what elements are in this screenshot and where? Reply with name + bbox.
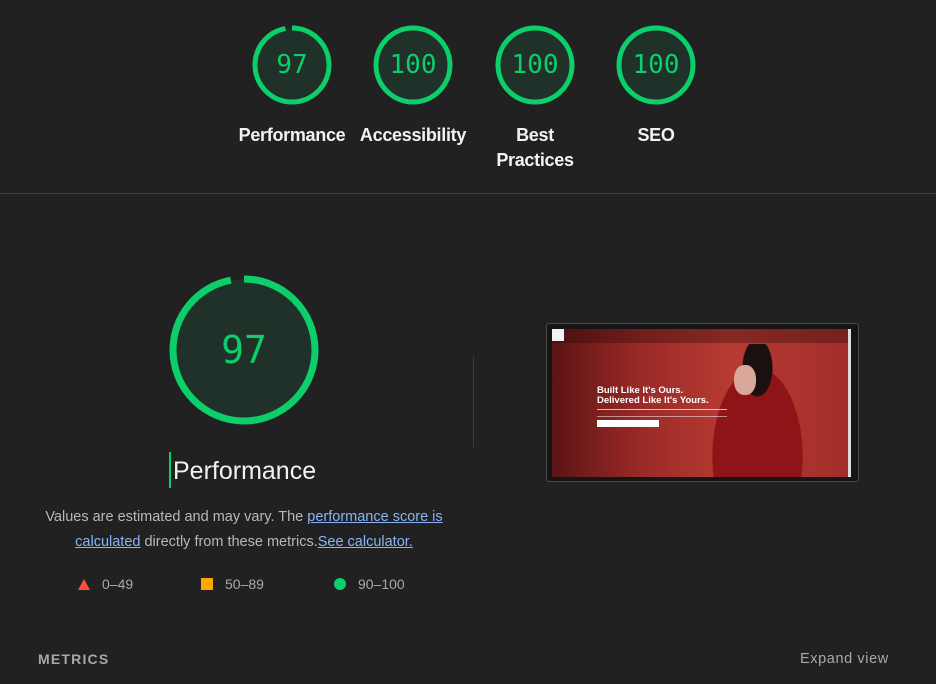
gauge-performance[interactable]: 97 Performance — [232, 24, 352, 148]
score-legend: 0–49 50–89 90–100 — [0, 576, 500, 596]
section-divider — [0, 193, 936, 194]
screenshot-hero-text — [597, 409, 727, 417]
gauge-label: Accessibility — [359, 125, 467, 145]
see-calculator-link[interactable]: See calculator. — [318, 534, 413, 550]
performance-score: 97 — [221, 328, 267, 372]
performance-description: Values are estimated and may vary. The p… — [30, 505, 458, 554]
gauge-score: 100 — [632, 50, 680, 80]
final-screenshot[interactable]: Built Like It's Ours. Delivered Like It'… — [546, 323, 859, 482]
expand-view-toggle[interactable]: Expand view — [800, 651, 889, 667]
vertical-divider — [473, 356, 474, 447]
gauge-label: Performance — [238, 125, 346, 145]
description-text: directly from these metrics. — [140, 533, 318, 550]
performance-title: Performance — [169, 452, 316, 488]
screenshot-face — [734, 365, 756, 395]
screenshot-page: Built Like It's Ours. Delivered Like It'… — [552, 329, 851, 477]
gauge-score: 100 — [511, 50, 559, 80]
red-triangle-icon — [78, 578, 90, 590]
category-summary: 97 Performance 100 Accessibility 100 Bes… — [0, 0, 936, 193]
screenshot-scrollbar — [848, 329, 851, 477]
metrics-heading: METRICS — [38, 651, 110, 667]
gauge-best-practices[interactable]: 100 Best Practices — [475, 24, 595, 173]
screenshot-logo — [552, 329, 564, 341]
gauge-accessibility[interactable]: 100 Accessibility — [353, 24, 473, 148]
hero-title-line: Delivered Like It's Yours. — [597, 395, 709, 406]
screenshot-nav — [552, 329, 851, 343]
gauge-label: SEO — [637, 125, 675, 145]
description-text: Values are estimated and may vary. The — [45, 509, 308, 525]
orange-square-icon — [201, 578, 213, 590]
legend-fail: 0–49 — [78, 576, 133, 592]
gauge-label: Best Practices — [496, 125, 574, 170]
performance-gauge: 97 — [167, 273, 321, 427]
legend-pass: 90–100 — [334, 576, 405, 592]
screenshot-hero-title: Built Like It's Ours. Delivered Like It'… — [597, 386, 709, 406]
legend-range: 0–49 — [102, 576, 134, 592]
gauge-score: 100 — [389, 50, 437, 80]
legend-range: 90–100 — [358, 576, 405, 592]
gauge-score: 97 — [276, 50, 308, 80]
legend-average: 50–89 — [201, 576, 264, 592]
screenshot-hero-button — [597, 420, 659, 427]
legend-range: 50–89 — [225, 576, 264, 592]
green-circle-icon — [334, 578, 346, 590]
gauge-seo[interactable]: 100 SEO — [596, 24, 716, 148]
